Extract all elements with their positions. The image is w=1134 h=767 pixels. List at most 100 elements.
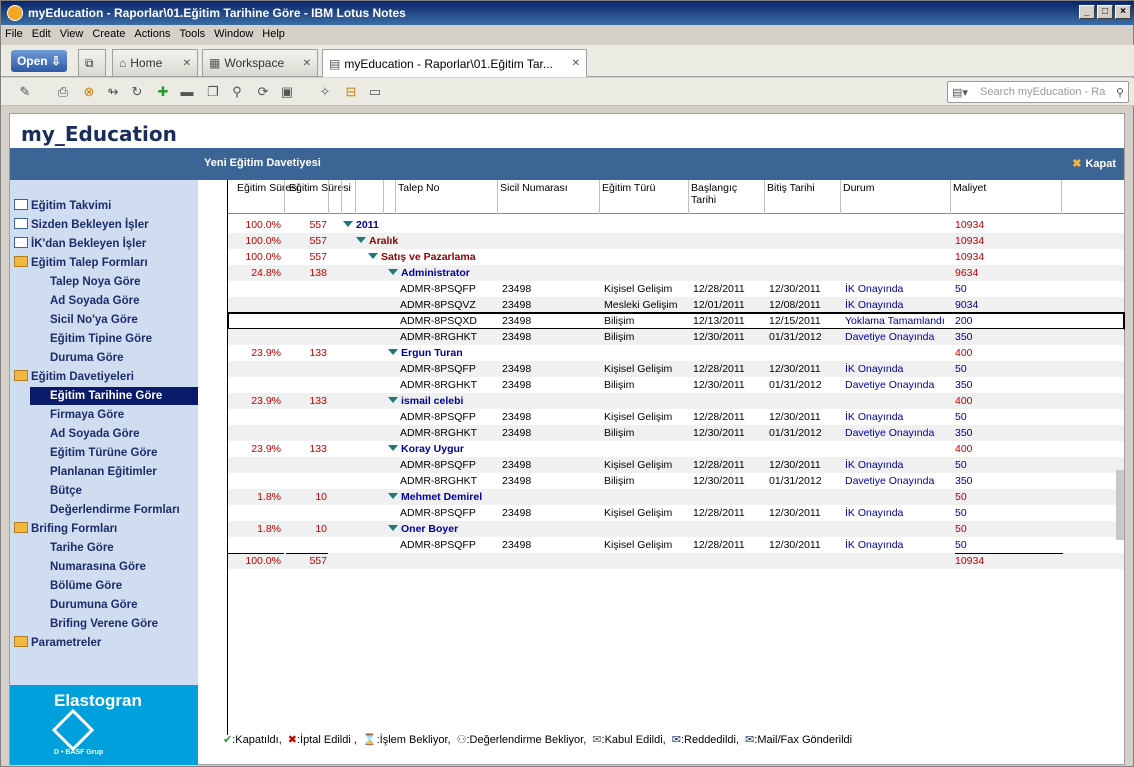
menu-window[interactable]: Window	[214, 28, 253, 40]
sidebar-item[interactable]: Planlanan Eğitimler	[50, 463, 157, 481]
sync-icon[interactable]: ⟳	[255, 84, 271, 100]
briefcase-icon[interactable]: ⊟	[343, 84, 359, 100]
search-icon[interactable]: ⚲	[1116, 86, 1124, 99]
tab-home[interactable]: ⌂ Home ✕	[112, 49, 198, 76]
category-label[interactable]: Koray Uygur	[388, 443, 464, 455]
sidebar-item[interactable]: Duruma Göre	[50, 349, 124, 367]
category-row[interactable]: 23.9% 133 400 Ergun Turan	[228, 345, 1124, 361]
binoculars-icon[interactable]: ⚲	[229, 84, 245, 100]
print-icon[interactable]: ⎙	[55, 84, 71, 100]
sidebar-item[interactable]: Ad Soyada Göre	[50, 425, 139, 443]
twistie-expanded-icon[interactable]	[343, 221, 353, 227]
category-row[interactable]: 100.0% 557 10934 2011	[228, 217, 1124, 233]
table-row[interactable]: ADMR-8PSQVZ 23498 Mesleki Gelişim 12/01/201…	[228, 297, 1124, 313]
menu-tools[interactable]: Tools	[179, 28, 205, 40]
minimize-button[interactable]: _	[1079, 5, 1095, 19]
col-baslangic[interactable]: Başlangıç Tarihi	[691, 182, 751, 206]
twistie-expanded-icon[interactable]	[388, 269, 398, 275]
category-label[interactable]: Aralık	[356, 235, 398, 247]
sidebar-item[interactable]: Brifing Verene Göre	[50, 615, 158, 633]
col-sicil[interactable]: Sicil Numarası	[500, 182, 568, 194]
category-row[interactable]: 23.9% 133 400 Koray Uygur	[228, 441, 1124, 457]
category-label[interactable]: Ergun Turan	[388, 347, 463, 359]
category-row[interactable]: 100.0% 557 10934 Aralık	[228, 233, 1124, 249]
category-row[interactable]: 1.8% 10 50 Oner Boyer	[228, 521, 1124, 537]
table-row[interactable]: ADMR-8PSQFP 23498 Kişisel Gelişim 12/28/201…	[228, 537, 1124, 553]
col-bitis[interactable]: Bitiş Tarihi	[767, 182, 815, 194]
tab-myeducation[interactable]: ▤ myEducation - Raporlar\01.Eğitim Tar...…	[322, 49, 587, 77]
sidebar-item[interactable]: Firmaya Göre	[50, 406, 124, 424]
table-row[interactable]: ADMR-8RGHKT 23498 Bilişim 12/30/2011 01/31/2…	[228, 377, 1124, 393]
vertical-scrollbar[interactable]	[1116, 470, 1124, 540]
col-egitim-turu[interactable]: Eğitim Türü	[602, 182, 656, 194]
tab-switcher-button[interactable]: ⧉	[78, 49, 106, 76]
sidebar-item[interactable]: Eğitim Davetiyeleri	[14, 368, 134, 386]
collapse-icon[interactable]: ▬	[179, 84, 195, 100]
category-row[interactable]: 100.0% 557 10934 Satış ve Pazarlama	[228, 249, 1124, 265]
twistie-expanded-icon[interactable]	[388, 493, 398, 499]
category-label[interactable]: Oner Boyer	[388, 523, 458, 535]
stop-icon[interactable]: ⊗	[81, 84, 97, 100]
sidebar-item[interactable]: Eğitim Tarihine Göre	[30, 387, 198, 405]
expand-icon[interactable]: ✚	[155, 84, 171, 100]
twistie-expanded-icon[interactable]	[388, 397, 398, 403]
close-button[interactable]: ✖ Kapat	[1072, 157, 1116, 170]
sidebar-item[interactable]: İK'dan Bekleyen İşler	[14, 235, 146, 253]
category-row[interactable]: 24.8% 138 9634 Administrator	[228, 265, 1124, 281]
search-input[interactable]: ▤▾ Search myEducation - Ra ⚲	[947, 81, 1129, 103]
new-memo-icon[interactable]: ✎	[17, 84, 33, 100]
table-row[interactable]: ADMR-8RGHKT 23498 Bilişim 12/30/2011 01/31/2…	[228, 473, 1124, 489]
sidebar-item[interactable]: Eğitim Türüne Göre	[50, 444, 157, 462]
sidebar-item[interactable]: Sicil No'ya Göre	[50, 311, 138, 329]
table-row[interactable]: ADMR-8PSQFP 23498 Kişisel Gelişim 12/28/201…	[228, 409, 1124, 425]
sidebar-item[interactable]: Sizden Bekleyen İşler	[14, 216, 149, 234]
sidebar-item[interactable]: Bölüme Göre	[50, 577, 122, 595]
category-label[interactable]: 2011	[343, 219, 379, 231]
sidebar-item[interactable]: Değerlendirme Formları	[50, 501, 180, 519]
sidebar-item[interactable]: Eğitim Takvimi	[14, 197, 111, 215]
category-row[interactable]: 1.8% 10 50 Mehmet Demirel	[228, 489, 1124, 505]
sidebar-item[interactable]: Eğitim Talep Formları	[14, 254, 148, 272]
close-tab-icon[interactable]: ✕	[572, 58, 580, 69]
twistie-expanded-icon[interactable]	[388, 525, 398, 531]
table-row[interactable]: ADMR-8PSQFP 23498 Kişisel Gelişim 12/28/201…	[228, 457, 1124, 473]
col-maliyet[interactable]: Maliyet	[953, 182, 986, 194]
sidebar-item[interactable]: Tarihe Göre	[50, 539, 114, 557]
col-talep-no[interactable]: Talep No	[398, 182, 439, 194]
category-row[interactable]: 23.9% 133 400 ismail celebi	[228, 393, 1124, 409]
close-tab-icon[interactable]: ✕	[303, 58, 311, 69]
tab-workspace[interactable]: ▦ Workspace ✕	[202, 49, 318, 76]
refresh-icon[interactable]: ↻	[129, 84, 145, 100]
star-icon[interactable]: ✧	[317, 84, 333, 100]
twistie-expanded-icon[interactable]	[356, 237, 366, 243]
table-row[interactable]: ADMR-8PSQFP 23498 Kişisel Gelişim 12/28/201…	[228, 281, 1124, 297]
close-tab-icon[interactable]: ✕	[183, 58, 191, 69]
sidebar-item[interactable]: Brifing Formları	[14, 520, 117, 538]
close-window-button[interactable]: ×	[1115, 5, 1131, 19]
category-label[interactable]: Satış ve Pazarlama	[368, 251, 476, 263]
table-row[interactable]: ADMR-8PSQXD 23498 Bilişim 12/13/2011 12/15/2…	[227, 312, 1125, 330]
sidebar-item[interactable]: Talep Noya Göre	[50, 273, 141, 291]
sidebar-item[interactable]: Durumuna Göre	[50, 596, 138, 614]
twistie-expanded-icon[interactable]	[388, 445, 398, 451]
menu-create[interactable]: Create	[92, 28, 125, 40]
open-button[interactable]: Open ⇩	[11, 50, 67, 72]
category-label[interactable]: Administrator	[388, 267, 470, 279]
menu-actions[interactable]: Actions	[134, 28, 170, 40]
sidebar-item[interactable]: Bütçe	[50, 482, 82, 500]
forward-icon[interactable]: ↬	[105, 84, 121, 100]
table-row[interactable]: ADMR-8RGHKT 23498 Bilişim 12/30/2011 01/31/2…	[228, 329, 1124, 345]
new-invitation-button[interactable]: Yeni Eğitim Davetiyesi	[204, 157, 321, 169]
twistie-expanded-icon[interactable]	[388, 349, 398, 355]
sidebar-item[interactable]: Eğitim Tipine Göre	[50, 330, 152, 348]
menu-help[interactable]: Help	[262, 28, 285, 40]
sidebar-item[interactable]: Parametreler	[14, 634, 101, 652]
menu-view[interactable]: View	[60, 28, 84, 40]
sidebar-item[interactable]: Numarasına Göre	[50, 558, 146, 576]
menu-file[interactable]: File	[5, 28, 23, 40]
copy-icon[interactable]: ❐	[205, 84, 221, 100]
sidebar-item[interactable]: Ad Soyada Göre	[50, 292, 139, 310]
window-icon[interactable]: ▭	[367, 84, 383, 100]
category-label[interactable]: Mehmet Demirel	[388, 491, 482, 503]
table-row[interactable]: ADMR-8RGHKT 23498 Bilişim 12/30/2011 01/31/2…	[228, 425, 1124, 441]
